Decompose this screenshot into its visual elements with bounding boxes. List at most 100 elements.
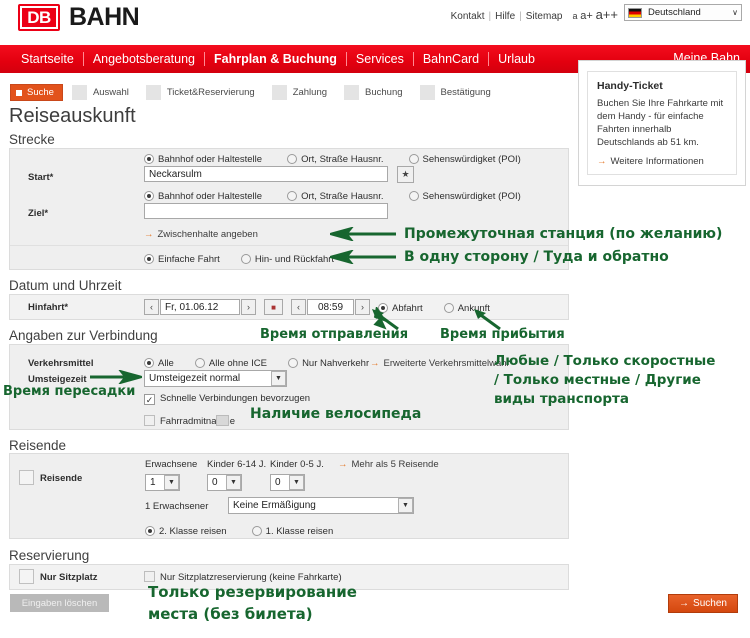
start-input[interactable]: Neckarsulm (144, 166, 388, 182)
handy-ticket-title: Handy-Ticket (597, 80, 663, 92)
step-marker-icon (271, 85, 287, 100)
radio-label: Sehenswürdigket (POI) (422, 154, 521, 165)
reisende-row-label: Reisende (40, 473, 83, 484)
nav-item-fahrplan-buchung[interactable]: Fahrplan & Buchung (205, 52, 346, 66)
start-radio-bahnhof[interactable]: Bahnhof oder Haltestelle (144, 154, 262, 165)
chevron-down-icon: ▼ (164, 475, 179, 490)
arrow-right-icon: → (370, 358, 380, 369)
umsteigezeit-select[interactable]: Umsteigezeit normal ▼ (144, 370, 287, 387)
ermaessigung-value: Keine Ermäßigung (233, 500, 316, 511)
search-button-label: Suchen (693, 598, 727, 609)
passenger-icon (19, 470, 34, 485)
time-input[interactable]: 08:59 (307, 299, 354, 315)
ziel-radio-poi[interactable]: Sehenswürdigket (POI) (408, 191, 521, 202)
annotation-reservierung-line1: Только резервирование (148, 583, 357, 601)
kinder05-select[interactable]: 0 ▼ (270, 474, 305, 491)
radio-icon (287, 154, 298, 164)
erwachsene-select[interactable]: 1 ▼ (145, 474, 180, 491)
clear-inputs-button[interactable]: Eingaben löschen (10, 594, 109, 612)
ziel-radio-ort[interactable]: Ort, Straße Hausnr. (287, 191, 383, 202)
radio-icon (145, 526, 155, 536)
col-kinder614-label: Kinder 6-14 J. (207, 459, 267, 470)
checkbox-icon: ✓ (144, 394, 155, 405)
handy-ticket-link[interactable]: → Weitere Informationen (597, 156, 727, 167)
ermaessigung-select[interactable]: Keine Ermäßigung ▼ (228, 497, 414, 514)
font-size-medium[interactable]: a+ (580, 10, 593, 22)
db-bahn-logo[interactable]: DB BAHN (18, 3, 140, 32)
link-kontakt[interactable]: Kontakt (451, 11, 485, 22)
start-favorite-button[interactable]: ★ (397, 166, 414, 183)
klasse-1-radio[interactable]: 1. Klasse reisen (251, 526, 333, 537)
arrow-right-icon: → (597, 156, 607, 167)
step-ticket-reservierung[interactable]: Ticket&Reservierung (141, 84, 263, 101)
nav-item-services[interactable]: Services (347, 52, 413, 66)
chevron-left-icon: ‹ (297, 302, 300, 312)
ermaessigung-label: 1 Erwachsener (145, 501, 209, 512)
search-button[interactable]: → Suchen (668, 594, 738, 613)
chevron-right-icon: › (247, 302, 250, 312)
erweiterte-verkehrsmittelwahl-link[interactable]: → Erweiterte Verkehrsmittelwahl (370, 358, 509, 369)
klasse-2-radio[interactable]: 2. Klasse reisen (145, 526, 227, 537)
trip-type-hin-rueck[interactable]: Hin- und Rückfahrt (240, 254, 335, 265)
verkehrsmittel-ohne-ice[interactable]: Alle ohne ICE (194, 358, 267, 369)
chevron-down-icon: ▼ (289, 475, 304, 490)
step-label: Ticket&Reservierung (166, 87, 255, 98)
radio-label: Bahnhof oder Haltestelle (158, 154, 263, 165)
font-size-small[interactable]: a (572, 11, 577, 21)
verkehrsmittel-nahverkehr[interactable]: Nur Nahverkehr (288, 358, 369, 369)
nur-sitzplatz-label: Nur Sitzplatzreservierung (keine Fahrkar… (160, 572, 342, 583)
ziel-radio-bahnhof[interactable]: Bahnhof oder Haltestelle (144, 191, 262, 202)
start-radio-ort[interactable]: Ort, Straße Hausnr. (287, 154, 383, 165)
link-hilfe[interactable]: Hilfe (495, 11, 515, 22)
date-next-button[interactable]: › (241, 299, 256, 315)
annotation-arrow-richtung (330, 250, 398, 264)
mehr-reisende-link[interactable]: → Mehr als 5 Reisende (338, 459, 439, 470)
calendar-button[interactable]: ■ (264, 299, 283, 315)
date-prev-button[interactable]: ‹ (144, 299, 159, 315)
country-selector[interactable]: Deutschland ∨ (624, 4, 742, 21)
erwachsene-value: 1 (150, 477, 156, 488)
col-kinder05-label: Kinder 0-5 J. (270, 459, 324, 470)
link-sitemap[interactable]: Sitemap (526, 11, 563, 22)
step-zahlung[interactable]: Zahlung (267, 84, 335, 101)
divider: | (488, 11, 492, 22)
verkehrsmittel-alle[interactable]: Alle (144, 358, 174, 369)
step-marker-icon (344, 85, 360, 100)
radio-label: Einfache Fahrt (158, 254, 220, 265)
kinder05-value: 0 (275, 477, 281, 488)
chevron-down-icon: ∨ (732, 8, 738, 17)
trip-type-einfache[interactable]: Einfache Fahrt (144, 254, 220, 265)
time-prev-button[interactable]: ‹ (291, 299, 306, 315)
ziel-input[interactable] (144, 203, 388, 219)
radio-icon (251, 526, 262, 536)
schnelle-verbindungen-checkbox[interactable]: ✓ Schnelle Verbindungen bevorzugen (144, 393, 310, 405)
step-label: Auswahl (92, 87, 129, 98)
arrow-right-icon: → (679, 598, 690, 609)
step-auswahl[interactable]: Auswahl (67, 84, 137, 101)
top-links: Kontakt | Hilfe | Sitemap a a+ a++ (451, 7, 618, 22)
start-radio-poi[interactable]: Sehenswürdigket (POI) (408, 154, 521, 165)
divider (10, 245, 568, 246)
kinder614-select[interactable]: 0 ▼ (207, 474, 242, 491)
radio-label: Alle (158, 358, 174, 369)
step-marker-icon (16, 89, 22, 96)
ziel-label: Ziel* (28, 208, 49, 219)
radio-label: Hin- und Rückfahrt (254, 254, 335, 265)
nav-item-bahncard[interactable]: BahnCard (414, 52, 488, 66)
chevron-down-icon: ▼ (226, 475, 241, 490)
zwischenhalte-link[interactable]: → Zwischenhalte angeben (144, 229, 258, 240)
annotation-umsteigezeit: Время пересадки (3, 384, 136, 399)
radio-label: 2. Klasse reisen (159, 526, 227, 537)
step-suche[interactable]: Suche (10, 84, 63, 101)
nav-item-urlaub[interactable]: Urlaub (489, 52, 544, 66)
step-buchung[interactable]: Buchung (339, 84, 411, 101)
step-bestaetigung[interactable]: Bestätigung (415, 84, 499, 101)
date-input[interactable]: Fr, 01.06.12 (160, 299, 240, 315)
handy-ticket-link-label: Weitere Informationen (610, 156, 704, 167)
divider: | (519, 11, 522, 22)
font-size-large[interactable]: a++ (596, 7, 618, 22)
nur-sitzplatz-checkbox[interactable]: Nur Sitzplatzreservierung (keine Fahrkar… (144, 571, 342, 583)
nav-item-startseite[interactable]: Startseite (12, 52, 83, 66)
radio-icon (194, 358, 205, 368)
nav-item-angebotsberatung[interactable]: Angebotsberatung (84, 52, 204, 66)
